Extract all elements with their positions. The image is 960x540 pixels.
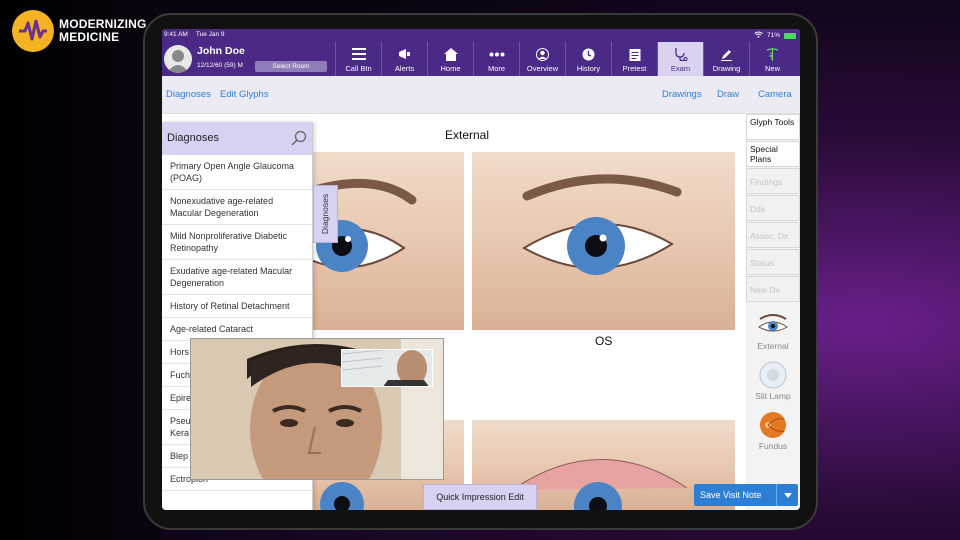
diagnosis-item[interactable]: Exudative age-related Macular Degenerati…	[162, 260, 312, 295]
draw-link[interactable]: Draw	[717, 89, 739, 100]
nav-label: Overview	[526, 64, 559, 73]
new-dx-button[interactable]: New Dx	[746, 276, 800, 302]
nav-more[interactable]: More	[473, 42, 519, 76]
glyph-tools-button[interactable]: Glyph Tools	[746, 114, 800, 140]
nav-drawing[interactable]: Drawing	[703, 42, 749, 76]
diagnoses-tab[interactable]: Diagnoses	[313, 185, 338, 243]
nav-label: History	[576, 64, 601, 73]
self-view-video[interactable]	[341, 349, 433, 387]
pen-icon	[720, 47, 733, 61]
history-icon	[582, 47, 595, 61]
top-bar: 9:41 AM Tue Jan 9 71% John Doe 12/12/60 …	[162, 29, 800, 76]
camera-link[interactable]: Camera	[758, 89, 792, 100]
patient-avatar[interactable]	[164, 45, 192, 73]
wifi-icon	[754, 31, 763, 40]
battery-icon	[784, 32, 796, 39]
search-icon[interactable]	[291, 130, 307, 149]
nav-label: New	[764, 64, 780, 73]
status-button[interactable]: Status	[746, 249, 800, 275]
diagnoses-panel-title: Diagnoses	[167, 132, 219, 144]
stethoscope-icon	[674, 47, 688, 61]
eye-slitlamp-icon	[756, 361, 790, 389]
brand-logo-icon	[12, 10, 54, 52]
nav-label: Home	[440, 64, 461, 73]
os-label: OS	[595, 334, 613, 348]
background-left	[0, 0, 160, 540]
eye-image-left-external	[472, 152, 735, 330]
list-icon	[351, 47, 366, 61]
brand-logo: MODERNIZING MEDICINE	[12, 10, 147, 52]
diagnosis-item[interactable]: History of Retinal Detachment	[162, 295, 312, 318]
assoc-dx-button[interactable]: Assoc. Dx	[746, 222, 800, 248]
view-external[interactable]: External	[746, 311, 800, 351]
more-icon	[489, 47, 505, 61]
nav-label: Drawing	[712, 64, 741, 73]
nav-label: Pretest	[622, 64, 647, 73]
view-slit-lamp-label: Slit Lamp	[755, 391, 791, 401]
status-bar: 9:41 AM Tue Jan 9	[164, 31, 225, 38]
diagnoses-panel-header: Diagnoses	[162, 122, 312, 155]
save-visit-note-button[interactable]: Save Visit Note	[694, 484, 798, 506]
nav-history[interactable]: History	[565, 42, 611, 76]
save-visit-note-label: Save Visit Note	[700, 490, 762, 500]
nav-label: Call Btn	[345, 64, 372, 73]
nav-new[interactable]: New	[749, 42, 795, 76]
megaphone-icon	[398, 47, 412, 61]
diagnoses-tab-label: Diagnoses	[320, 193, 331, 235]
clipboard-icon	[629, 47, 641, 61]
canvas-title: External	[445, 128, 490, 142]
eye-external-icon	[756, 311, 790, 339]
findings-button[interactable]: Findings	[746, 168, 800, 194]
app-screen: 9:41 AM Tue Jan 9 71% John Doe 12/12/60 …	[162, 29, 800, 510]
nav-label: Exam	[670, 64, 691, 73]
diagnosis-item[interactable]: Primary Open Angle Glaucoma (POAG)	[162, 155, 312, 190]
diagnoses-link[interactable]: Diagnoses	[166, 89, 211, 100]
nav-overview[interactable]: Overview	[519, 42, 565, 76]
nav-pretest[interactable]: Pretest	[611, 42, 657, 76]
nav-home[interactable]: Home	[427, 42, 473, 76]
caduceus-icon	[766, 47, 779, 61]
main-nav: Call Btn Alerts Home More Overview Histo…	[335, 42, 795, 76]
quick-impression-edit-button[interactable]: Quick Impression Edit	[423, 484, 537, 510]
diagnosis-item[interactable]: Mild Nonproliferative Diabetic Retinopat…	[162, 225, 312, 260]
diagnosis-item[interactable]: Nonexudative age-related Macular Degener…	[162, 190, 312, 225]
chevron-down-icon[interactable]	[776, 484, 798, 506]
home-icon	[443, 47, 458, 61]
status-time: 9:41 AM	[164, 31, 188, 38]
select-room-button[interactable]: Select Room	[255, 61, 327, 72]
battery-percent: 71%	[766, 32, 780, 39]
brand-line-2: MEDICINE	[59, 30, 120, 44]
view-fundus-label: Fundus	[758, 441, 788, 451]
view-fundus[interactable]: Fundus	[746, 411, 800, 451]
view-slit-lamp[interactable]: Slit Lamp	[746, 361, 800, 401]
nav-label: More	[487, 64, 506, 73]
status-date: Tue Jan 9	[195, 31, 225, 38]
patient-name: John Doe	[197, 45, 245, 57]
view-external-label: External	[757, 341, 789, 351]
status-right: 71%	[754, 31, 796, 40]
person-icon	[536, 47, 549, 61]
edit-glyphs-link[interactable]: Edit Glyphs	[220, 89, 269, 100]
nav-exam[interactable]: Exam	[657, 42, 703, 76]
drawings-link[interactable]: Drawings	[662, 89, 702, 100]
fundus-icon	[756, 411, 790, 439]
special-plans-button[interactable]: Special Plans	[746, 141, 800, 167]
right-tools-panel: Glyph Tools Special Plans Findings Ddx A…	[746, 114, 800, 510]
ddx-button[interactable]: Ddx	[746, 195, 800, 221]
nav-alerts[interactable]: Alerts	[381, 42, 427, 76]
nav-label: Alerts	[394, 64, 415, 73]
nav-call-btn[interactable]: Call Btn	[335, 42, 381, 76]
patient-dob: 12/12/60 (59) M	[197, 62, 243, 69]
sub-toolbar: Diagnoses Edit Glyphs Drawings Draw Came…	[162, 76, 800, 114]
